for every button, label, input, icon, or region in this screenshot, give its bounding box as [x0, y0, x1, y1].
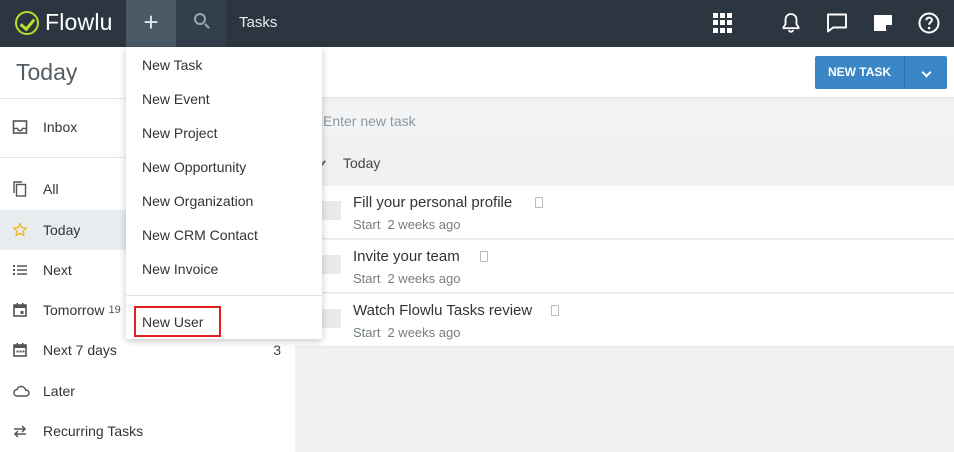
menu-item-new-opportunity[interactable]: New Opportunity: [142, 159, 246, 175]
sidebar-item-label: Next 7 days: [43, 342, 117, 358]
task-row[interactable]: Watch Flowlu Tasks review Start 2 weeks a…: [295, 294, 954, 347]
sidebar-item-label: Today: [43, 222, 81, 238]
task-meta: Start 2 weeks ago: [353, 325, 460, 340]
task-start-label: Start: [353, 217, 381, 232]
cloud-icon: [12, 383, 30, 399]
menu-item-new-event[interactable]: New Event: [142, 91, 210, 107]
calendar-week-icon: [12, 342, 28, 358]
sidebar-item-label: Later: [43, 383, 75, 399]
apps-grid-icon[interactable]: [711, 11, 735, 35]
note-icon[interactable]: [871, 11, 895, 35]
task-title[interactable]: Watch Flowlu Tasks review: [353, 302, 532, 319]
document-icon: [480, 251, 488, 262]
sidebar-item-later[interactable]: Later: [0, 371, 295, 411]
menu-item-new-project[interactable]: New Project: [142, 125, 217, 141]
flowlu-logo[interactable]: Flowlu: [15, 9, 113, 36]
menu-item-new-organization[interactable]: New Organization: [142, 193, 253, 209]
task-start-time: 2 weeks ago: [387, 217, 461, 232]
create-new-button[interactable]: +: [126, 0, 176, 47]
sidebar-item-count: 19: [108, 304, 121, 316]
bell-icon[interactable]: [779, 11, 803, 35]
logo-check-icon: [15, 10, 39, 35]
document-icon: [551, 305, 559, 316]
new-task-button[interactable]: NEW TASK: [815, 56, 904, 89]
sidebar-item-label: Recurring Tasks: [43, 423, 144, 439]
task-checkbox[interactable]: [322, 309, 341, 328]
sidebar-item-label: Next: [43, 262, 72, 278]
list-icon: [12, 262, 28, 278]
task-title[interactable]: Invite your team: [353, 248, 460, 265]
new-task-dropdown-toggle[interactable]: [904, 56, 947, 89]
task-start-time: 2 weeks ago: [387, 325, 461, 340]
menu-divider: [126, 295, 322, 296]
star-icon: [12, 222, 28, 238]
copy-icon: [12, 181, 28, 197]
sidebar-item-count: 3: [273, 342, 281, 358]
create-new-dropdown-menu: New Task New Event New Project New Oppor…: [126, 47, 322, 339]
task-start-time: 2 weeks ago: [387, 271, 461, 286]
search-button[interactable]: [176, 0, 226, 47]
sidebar-item-label: All: [43, 181, 59, 197]
module-title: Tasks: [239, 14, 278, 31]
page-title: Today: [16, 59, 78, 85]
menu-item-new-task[interactable]: New Task: [142, 57, 202, 73]
task-checkbox[interactable]: [322, 255, 341, 274]
task-group-label: Today: [343, 155, 381, 171]
task-meta: Start 2 weeks ago: [353, 271, 460, 286]
task-title[interactable]: Fill your personal profile: [353, 194, 512, 211]
task-meta: Start 2 weeks ago: [353, 217, 460, 232]
logo-text: Flowlu: [45, 9, 113, 35]
chat-icon[interactable]: [825, 11, 849, 35]
calendar-icon: [12, 302, 28, 318]
sidebar-item-label: Tomorrow: [43, 302, 105, 318]
new-task-input[interactable]: [295, 104, 954, 137]
repeat-icon: [12, 423, 28, 439]
task-start-label: Start: [353, 271, 381, 286]
help-icon[interactable]: [917, 11, 941, 35]
task-row[interactable]: Invite your team Start 2 weeks ago: [295, 240, 954, 293]
task-row[interactable]: Fill your personal profile Start 2 weeks …: [295, 186, 954, 239]
task-checkbox[interactable]: [322, 201, 341, 220]
menu-item-new-user[interactable]: New User: [142, 314, 203, 330]
inbox-icon: [12, 119, 28, 135]
document-icon: [535, 197, 543, 208]
top-navigation-bar: Flowlu + Tasks: [0, 0, 954, 47]
task-group-header[interactable]: Today: [295, 142, 954, 186]
menu-item-new-invoice[interactable]: New Invoice: [142, 261, 218, 277]
task-start-label: Start: [353, 325, 381, 340]
sidebar-item-recurring-tasks[interactable]: Recurring Tasks: [0, 411, 295, 451]
sidebar-item-label: Inbox: [43, 119, 78, 135]
menu-item-new-crm-contact[interactable]: New CRM Contact: [142, 227, 258, 243]
